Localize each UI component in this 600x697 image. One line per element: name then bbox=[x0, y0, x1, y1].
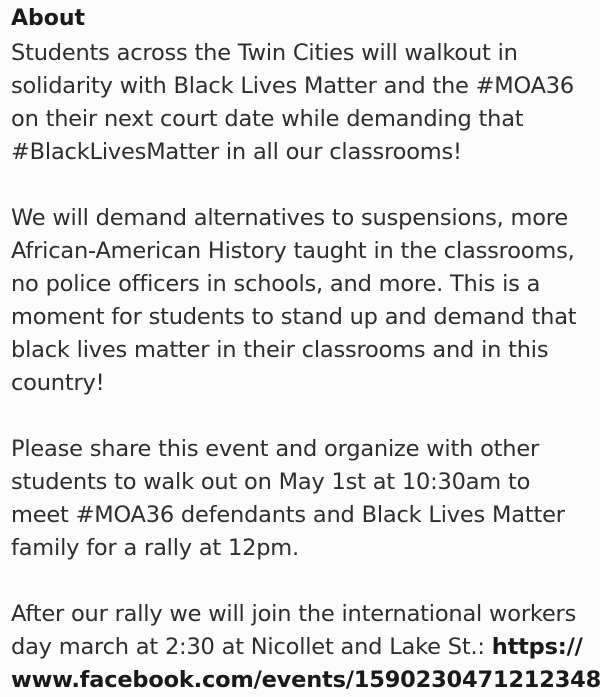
description-paragraph-rally: After our rally we will join the interna… bbox=[11, 598, 600, 697]
about-section: About Students across the Twin Cities wi… bbox=[0, 0, 600, 694]
description-paragraph-share: Please share this event and organize wit… bbox=[11, 436, 565, 561]
description-paragraph-demands: We will demand alternatives to suspensio… bbox=[11, 205, 577, 396]
about-heading: About bbox=[11, 6, 86, 31]
description-paragraph-walkout: Students across the Twin Cities will wal… bbox=[11, 40, 575, 165]
